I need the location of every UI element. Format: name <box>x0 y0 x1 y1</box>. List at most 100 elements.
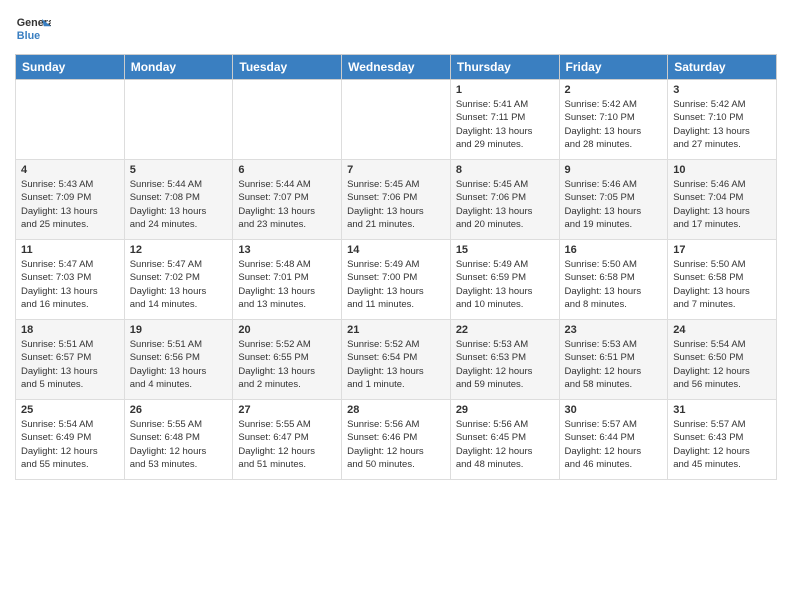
cell-content: Sunrise: 5:43 AMSunset: 7:09 PMDaylight:… <box>21 178 119 231</box>
cell-content: Sunrise: 5:50 AMSunset: 6:58 PMDaylight:… <box>565 258 663 311</box>
day-number: 28 <box>347 404 445 416</box>
cell-content: Sunrise: 5:48 AMSunset: 7:01 PMDaylight:… <box>238 258 336 311</box>
week-row-2: 4 Sunrise: 5:43 AMSunset: 7:09 PMDaylight… <box>16 160 777 240</box>
day-number: 11 <box>21 244 119 256</box>
svg-text:Blue: Blue <box>17 30 40 42</box>
day-number: 18 <box>21 324 119 336</box>
calendar-cell: 1 Sunrise: 5:41 AMSunset: 7:11 PMDaylight… <box>450 80 559 160</box>
logo: General Blue <box>15 10 51 46</box>
cell-content: Sunrise: 5:57 AMSunset: 6:43 PMDaylight:… <box>673 418 771 471</box>
calendar-table: SundayMondayTuesdayWednesdayThursdayFrid… <box>15 54 777 480</box>
cell-content: Sunrise: 5:44 AMSunset: 7:07 PMDaylight:… <box>238 178 336 231</box>
cell-content: Sunrise: 5:45 AMSunset: 7:06 PMDaylight:… <box>347 178 445 231</box>
cell-content: Sunrise: 5:41 AMSunset: 7:11 PMDaylight:… <box>456 98 554 151</box>
day-number: 19 <box>130 324 228 336</box>
calendar-cell <box>233 80 342 160</box>
calendar-cell: 24 Sunrise: 5:54 AMSunset: 6:50 PMDayligh… <box>668 320 777 400</box>
week-row-5: 25Sunrise: 5:54 AMSunset: 6:49 PMDayligh… <box>16 400 777 480</box>
cell-content: Sunrise: 5:46 AMSunset: 7:04 PMDaylight:… <box>673 178 771 231</box>
day-header-saturday: Saturday <box>668 55 777 80</box>
calendar-cell: 3 Sunrise: 5:42 AMSunset: 7:10 PMDaylight… <box>668 80 777 160</box>
day-number: 31 <box>673 404 771 416</box>
day-number: 1 <box>456 84 554 96</box>
calendar-cell: 4 Sunrise: 5:43 AMSunset: 7:09 PMDaylight… <box>16 160 125 240</box>
cell-content: Sunrise: 5:51 AMSunset: 6:57 PMDaylight:… <box>21 338 119 391</box>
cell-content: Sunrise: 5:53 AMSunset: 6:53 PMDaylight:… <box>456 338 554 391</box>
day-number: 8 <box>456 164 554 176</box>
day-header-monday: Monday <box>124 55 233 80</box>
calendar-cell <box>16 80 125 160</box>
cell-content: Sunrise: 5:56 AMSunset: 6:46 PMDaylight:… <box>347 418 445 471</box>
cell-content: Sunrise: 5:53 AMSunset: 6:51 PMDaylight:… <box>565 338 663 391</box>
day-number: 2 <box>565 84 663 96</box>
cell-content: Sunrise: 5:46 AMSunset: 7:05 PMDaylight:… <box>565 178 663 231</box>
week-row-4: 18 Sunrise: 5:51 AMSunset: 6:57 PMDayligh… <box>16 320 777 400</box>
day-number: 29 <box>456 404 554 416</box>
day-number: 20 <box>238 324 336 336</box>
cell-content: Sunrise: 5:56 AMSunset: 6:45 PMDaylight:… <box>456 418 554 471</box>
day-number: 16 <box>565 244 663 256</box>
calendar-cell: 12Sunrise: 5:47 AMSunset: 7:02 PMDayligh… <box>124 240 233 320</box>
day-number: 15 <box>456 244 554 256</box>
week-row-1: 1 Sunrise: 5:41 AMSunset: 7:11 PMDaylight… <box>16 80 777 160</box>
page: General Blue SundayMondayTuesdayWednesda… <box>0 0 792 490</box>
day-header-sunday: Sunday <box>16 55 125 80</box>
calendar-cell: 31 Sunrise: 5:57 AMSunset: 6:43 PMDayligh… <box>668 400 777 480</box>
calendar-cell: 16 Sunrise: 5:50 AMSunset: 6:58 PMDayligh… <box>559 240 668 320</box>
calendar-cell: 2 Sunrise: 5:42 AMSunset: 7:10 PMDaylight… <box>559 80 668 160</box>
day-number: 26 <box>130 404 228 416</box>
calendar-cell: 29 Sunrise: 5:56 AMSunset: 6:45 PMDayligh… <box>450 400 559 480</box>
cell-content: Sunrise: 5:51 AMSunset: 6:56 PMDaylight:… <box>130 338 228 391</box>
cell-content: Sunrise: 5:42 AMSunset: 7:10 PMDaylight:… <box>673 98 771 151</box>
cell-content: Sunrise: 5:42 AMSunset: 7:10 PMDaylight:… <box>565 98 663 151</box>
cell-content: Sunrise: 5:57 AMSunset: 6:44 PMDaylight:… <box>565 418 663 471</box>
calendar-cell: 10 Sunrise: 5:46 AMSunset: 7:04 PMDayligh… <box>668 160 777 240</box>
cell-content: Sunrise: 5:55 AMSunset: 6:48 PMDaylight:… <box>130 418 228 471</box>
week-row-3: 11 Sunrise: 5:47 AMSunset: 7:03 PMDayligh… <box>16 240 777 320</box>
calendar-cell: 18 Sunrise: 5:51 AMSunset: 6:57 PMDayligh… <box>16 320 125 400</box>
day-number: 14 <box>347 244 445 256</box>
header: General Blue <box>15 10 777 46</box>
cell-content: Sunrise: 5:54 AMSunset: 6:49 PMDaylight:… <box>21 418 119 471</box>
day-number: 10 <box>673 164 771 176</box>
day-number: 17 <box>673 244 771 256</box>
day-number: 24 <box>673 324 771 336</box>
day-number: 27 <box>238 404 336 416</box>
day-number: 7 <box>347 164 445 176</box>
calendar-cell: 26 Sunrise: 5:55 AMSunset: 6:48 PMDayligh… <box>124 400 233 480</box>
calendar-cell: 5Sunrise: 5:44 AMSunset: 7:08 PMDaylight… <box>124 160 233 240</box>
calendar-cell: 19 Sunrise: 5:51 AMSunset: 6:56 PMDayligh… <box>124 320 233 400</box>
calendar-cell: 9 Sunrise: 5:46 AMSunset: 7:05 PMDaylight… <box>559 160 668 240</box>
calendar-cell: 17 Sunrise: 5:50 AMSunset: 6:58 PMDayligh… <box>668 240 777 320</box>
cell-content: Sunrise: 5:49 AMSunset: 7:00 PMDaylight:… <box>347 258 445 311</box>
cell-content: Sunrise: 5:49 AMSunset: 6:59 PMDaylight:… <box>456 258 554 311</box>
calendar-cell <box>342 80 451 160</box>
calendar-cell: 21 Sunrise: 5:52 AMSunset: 6:54 PMDayligh… <box>342 320 451 400</box>
cell-content: Sunrise: 5:52 AMSunset: 6:54 PMDaylight:… <box>347 338 445 391</box>
day-header-tuesday: Tuesday <box>233 55 342 80</box>
calendar-cell: 30Sunrise: 5:57 AMSunset: 6:44 PMDayligh… <box>559 400 668 480</box>
calendar-cell <box>124 80 233 160</box>
day-number: 4 <box>21 164 119 176</box>
cell-content: Sunrise: 5:52 AMSunset: 6:55 PMDaylight:… <box>238 338 336 391</box>
day-number: 3 <box>673 84 771 96</box>
cell-content: Sunrise: 5:45 AMSunset: 7:06 PMDaylight:… <box>456 178 554 231</box>
cell-content: Sunrise: 5:54 AMSunset: 6:50 PMDaylight:… <box>673 338 771 391</box>
calendar-cell: 6Sunrise: 5:44 AMSunset: 7:07 PMDaylight… <box>233 160 342 240</box>
header-row: SundayMondayTuesdayWednesdayThursdayFrid… <box>16 55 777 80</box>
calendar-cell: 7 Sunrise: 5:45 AMSunset: 7:06 PMDaylight… <box>342 160 451 240</box>
day-number: 5 <box>130 164 228 176</box>
day-number: 21 <box>347 324 445 336</box>
cell-content: Sunrise: 5:47 AMSunset: 7:03 PMDaylight:… <box>21 258 119 311</box>
calendar-cell: 27 Sunrise: 5:55 AMSunset: 6:47 PMDayligh… <box>233 400 342 480</box>
cell-content: Sunrise: 5:55 AMSunset: 6:47 PMDaylight:… <box>238 418 336 471</box>
calendar-cell: 11 Sunrise: 5:47 AMSunset: 7:03 PMDayligh… <box>16 240 125 320</box>
day-header-wednesday: Wednesday <box>342 55 451 80</box>
cell-content: Sunrise: 5:50 AMSunset: 6:58 PMDaylight:… <box>673 258 771 311</box>
logo-icon: General Blue <box>15 10 51 46</box>
day-header-friday: Friday <box>559 55 668 80</box>
cell-content: Sunrise: 5:47 AMSunset: 7:02 PMDaylight:… <box>130 258 228 311</box>
day-number: 9 <box>565 164 663 176</box>
calendar-cell: 22 Sunrise: 5:53 AMSunset: 6:53 PMDayligh… <box>450 320 559 400</box>
day-number: 22 <box>456 324 554 336</box>
